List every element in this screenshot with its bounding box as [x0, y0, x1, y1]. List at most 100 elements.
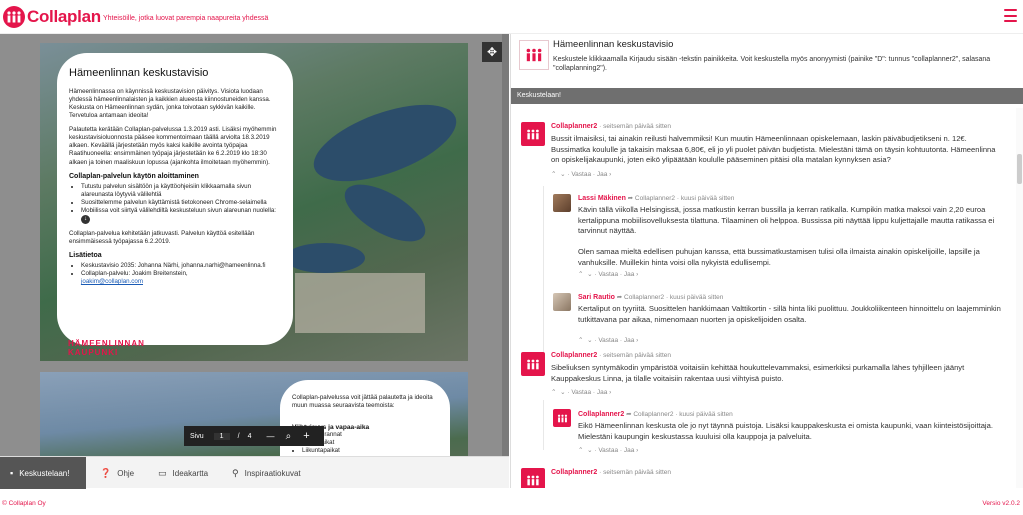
list-item: Suosittelemme palvelun käyttämistä tieto…	[81, 199, 279, 207]
comment-thread[interactable]: Collaplanner2 · seitsemän päivää sitten …	[511, 108, 1016, 488]
downvote-icon[interactable]: ⌄	[560, 389, 565, 396]
share-button[interactable]: Jaa	[597, 171, 607, 178]
list-item: Keskustavisio 2035: Johanna Närhi, johan…	[81, 262, 279, 270]
comment-body: Kävin tällä viikolla Helsingissä, jossa …	[578, 205, 995, 236]
upvote-icon[interactable]: ⌃	[578, 447, 583, 454]
document-page-1: Hämeenlinnan keskustavisio Hämeenlinnass…	[40, 43, 468, 361]
list-item: Liikuntapaikat	[302, 447, 438, 455]
comment-body: Sibeliuksen syntymäkodin ympäristöä voit…	[551, 363, 965, 383]
comment-meta: Collaplanner2 ➦ Collaplanner2 · kuusi pä…	[578, 411, 733, 418]
comment-body: Eikö Hämeenlinnan keskusta ole jo nyt tä…	[578, 421, 993, 441]
email-link[interactable]: joakim@collaplan.com	[81, 278, 143, 285]
zoom-in-button[interactable]: +	[297, 430, 315, 442]
downvote-icon[interactable]: ⌄	[587, 271, 592, 278]
upvote-icon[interactable]: ⌃	[578, 271, 583, 278]
list-item: Mobiilissa voit siirtyä välilehdiltä kes…	[81, 207, 279, 224]
downvote-icon[interactable]: ⌄	[560, 171, 565, 178]
document-paragraph: Collaplan-palvelua kehitetään jatkuvasti…	[69, 230, 255, 246]
comment-body: Kertaliput on tyyriitä. Suosittelen hank…	[578, 304, 1001, 324]
chat-icon: ▪	[10, 468, 14, 478]
discussion-panel: Hämeenlinnan keskustavisio Keskustele kl…	[510, 34, 1023, 488]
page-navigator: Sivu 1 / 4 — ⌕ +	[184, 426, 324, 446]
comment-meta: Collaplanner2 · seitsemän päivää sitten	[551, 123, 672, 130]
tab-ideakartta[interactable]: ▭ Ideakartta	[144, 457, 218, 489]
page-number-input[interactable]: 1	[213, 432, 230, 440]
upvote-icon[interactable]: ⌃	[578, 337, 583, 344]
reply-button[interactable]: Vastaa	[598, 447, 618, 454]
page-total: 4	[247, 432, 252, 440]
avatar	[521, 468, 545, 488]
document-title: Hämeenlinnan keskustavisio	[69, 67, 209, 79]
comment-actions: ⌃ ⌄ · Vastaa · Jaa ›	[551, 389, 612, 396]
chevron-right-icon: ›	[609, 389, 612, 396]
avatar	[553, 409, 571, 427]
comment-meta: Lassi Mäkinen ➦ Collaplanner2 · kuusi pä…	[578, 195, 735, 202]
share-button[interactable]: Jaa	[624, 337, 634, 344]
document-heading: Collaplan-palvelun käytön aloittaminen	[69, 172, 199, 180]
avatar	[521, 352, 545, 376]
comment-body: Olen samaa mieltä edellisen puhujan kans…	[578, 247, 980, 267]
document-scrollbar[interactable]	[502, 34, 509, 456]
comment-actions: ⌃ ⌄ · Vastaa · Jaa ›	[551, 171, 612, 178]
brand-name[interactable]: Collaplan	[27, 7, 101, 27]
help-icon: ❓	[100, 467, 112, 478]
tab-keskustelaan[interactable]: ▪ Keskustelaan!	[0, 457, 86, 489]
comment-author[interactable]: Lassi Mäkinen	[578, 195, 626, 202]
share-button[interactable]: Jaa	[597, 389, 607, 396]
comment-actions: ⌃ ⌄ · Vastaa · Jaa ›	[578, 337, 639, 344]
map-icon: ▭	[158, 467, 167, 478]
list-item: Collaplan-palvelu: Joakim Breitenstein,j…	[81, 270, 279, 286]
lightbulb-icon: ⚲	[232, 467, 239, 478]
bottom-tabs: ▪ Keskustelaan! ❓ Ohje ▭ Ideakartta ⚲ Inspir…	[0, 456, 509, 489]
tab-inspiraatiokuvat[interactable]: ⚲ Inspiraatiokuvat	[218, 457, 318, 489]
version-label: Versio v2.0.2	[982, 500, 1020, 507]
zoom-search-icon[interactable]: ⌕	[279, 431, 297, 442]
brand-tagline: Yhteisöille, jotka luovat parempia naapu…	[103, 15, 269, 22]
downvote-icon[interactable]: ⌄	[587, 337, 592, 344]
list-item: Tutustu palvelun sisältöön ja käyttöohje…	[81, 183, 279, 199]
reply-button[interactable]: Vastaa	[598, 337, 618, 344]
page-label: Sivu	[190, 432, 204, 440]
menu-icon[interactable]	[1004, 9, 1017, 23]
upvote-icon[interactable]: ⌃	[551, 171, 556, 178]
collaplan-logo-icon[interactable]	[3, 6, 25, 28]
share-button[interactable]: Jaa	[624, 447, 634, 454]
topic-description: Keskustele klikkaamalla Kirjaudu sisään …	[553, 56, 991, 73]
chevron-right-icon: ›	[609, 171, 612, 178]
reply-button[interactable]: Vastaa	[571, 389, 591, 396]
zoom-out-button[interactable]: —	[261, 432, 279, 441]
comment-author[interactable]: Collaplanner2	[551, 469, 597, 476]
comment-author[interactable]: Sari Rautio	[578, 294, 615, 301]
avatar	[553, 293, 571, 311]
document-heading: Lisätietoa	[69, 252, 102, 260]
reply-button[interactable]: Vastaa	[598, 271, 618, 278]
comment-actions: ⌃ ⌄ · Vastaa · Jaa ›	[578, 271, 639, 278]
comment-author[interactable]: Collaplanner2	[551, 123, 597, 130]
scrollbar-thumb[interactable]	[1017, 154, 1022, 184]
chevron-right-icon: ›	[636, 337, 639, 344]
copyright: © Collaplan Oy	[2, 500, 46, 507]
fullscreen-toggle-icon[interactable]: ✥	[482, 42, 502, 62]
document-paragraph: Palautetta kerätään Collaplan-palvelussa…	[69, 126, 277, 166]
section-header: Keskustelaan!	[511, 88, 1023, 104]
avatar	[521, 122, 545, 146]
upvote-icon[interactable]: ⌃	[551, 389, 556, 396]
topic-logo-icon	[519, 40, 549, 70]
document-paragraph: Hämeenlinnassa on käynnissä keskustavisi…	[69, 88, 271, 120]
comment-meta: Collaplanner2 · seitsemän päivää sitten	[551, 352, 672, 359]
comment-author[interactable]: Collaplanner2	[578, 411, 624, 418]
downvote-icon[interactable]: ⌄	[587, 447, 592, 454]
comment-meta: Collaplanner2 · seitsemän päivää sitten	[551, 469, 672, 476]
document-intro-card: Hämeenlinnan keskustavisio Hämeenlinnass…	[57, 53, 293, 345]
share-button[interactable]: Jaa	[624, 271, 634, 278]
arrow-down-circle-icon: ↓	[81, 214, 90, 224]
comment-author[interactable]: Collaplanner2	[551, 352, 597, 359]
city-logo: HÄMEENLINNAN KAUPUNKI	[68, 339, 145, 357]
tab-ohje[interactable]: ❓ Ohje	[86, 457, 144, 489]
thread-scrollbar[interactable]	[1016, 108, 1023, 488]
document-viewer[interactable]: Hämeenlinnan keskustavisio Hämeenlinnass…	[0, 34, 509, 456]
comment-actions: ⌃ ⌄ · Vastaa · Jaa ›	[578, 447, 639, 454]
reply-button[interactable]: Vastaa	[571, 171, 591, 178]
top-header: Collaplan Yhteisöille, jotka luovat pare…	[0, 0, 1023, 34]
chevron-right-icon: ›	[636, 447, 639, 454]
